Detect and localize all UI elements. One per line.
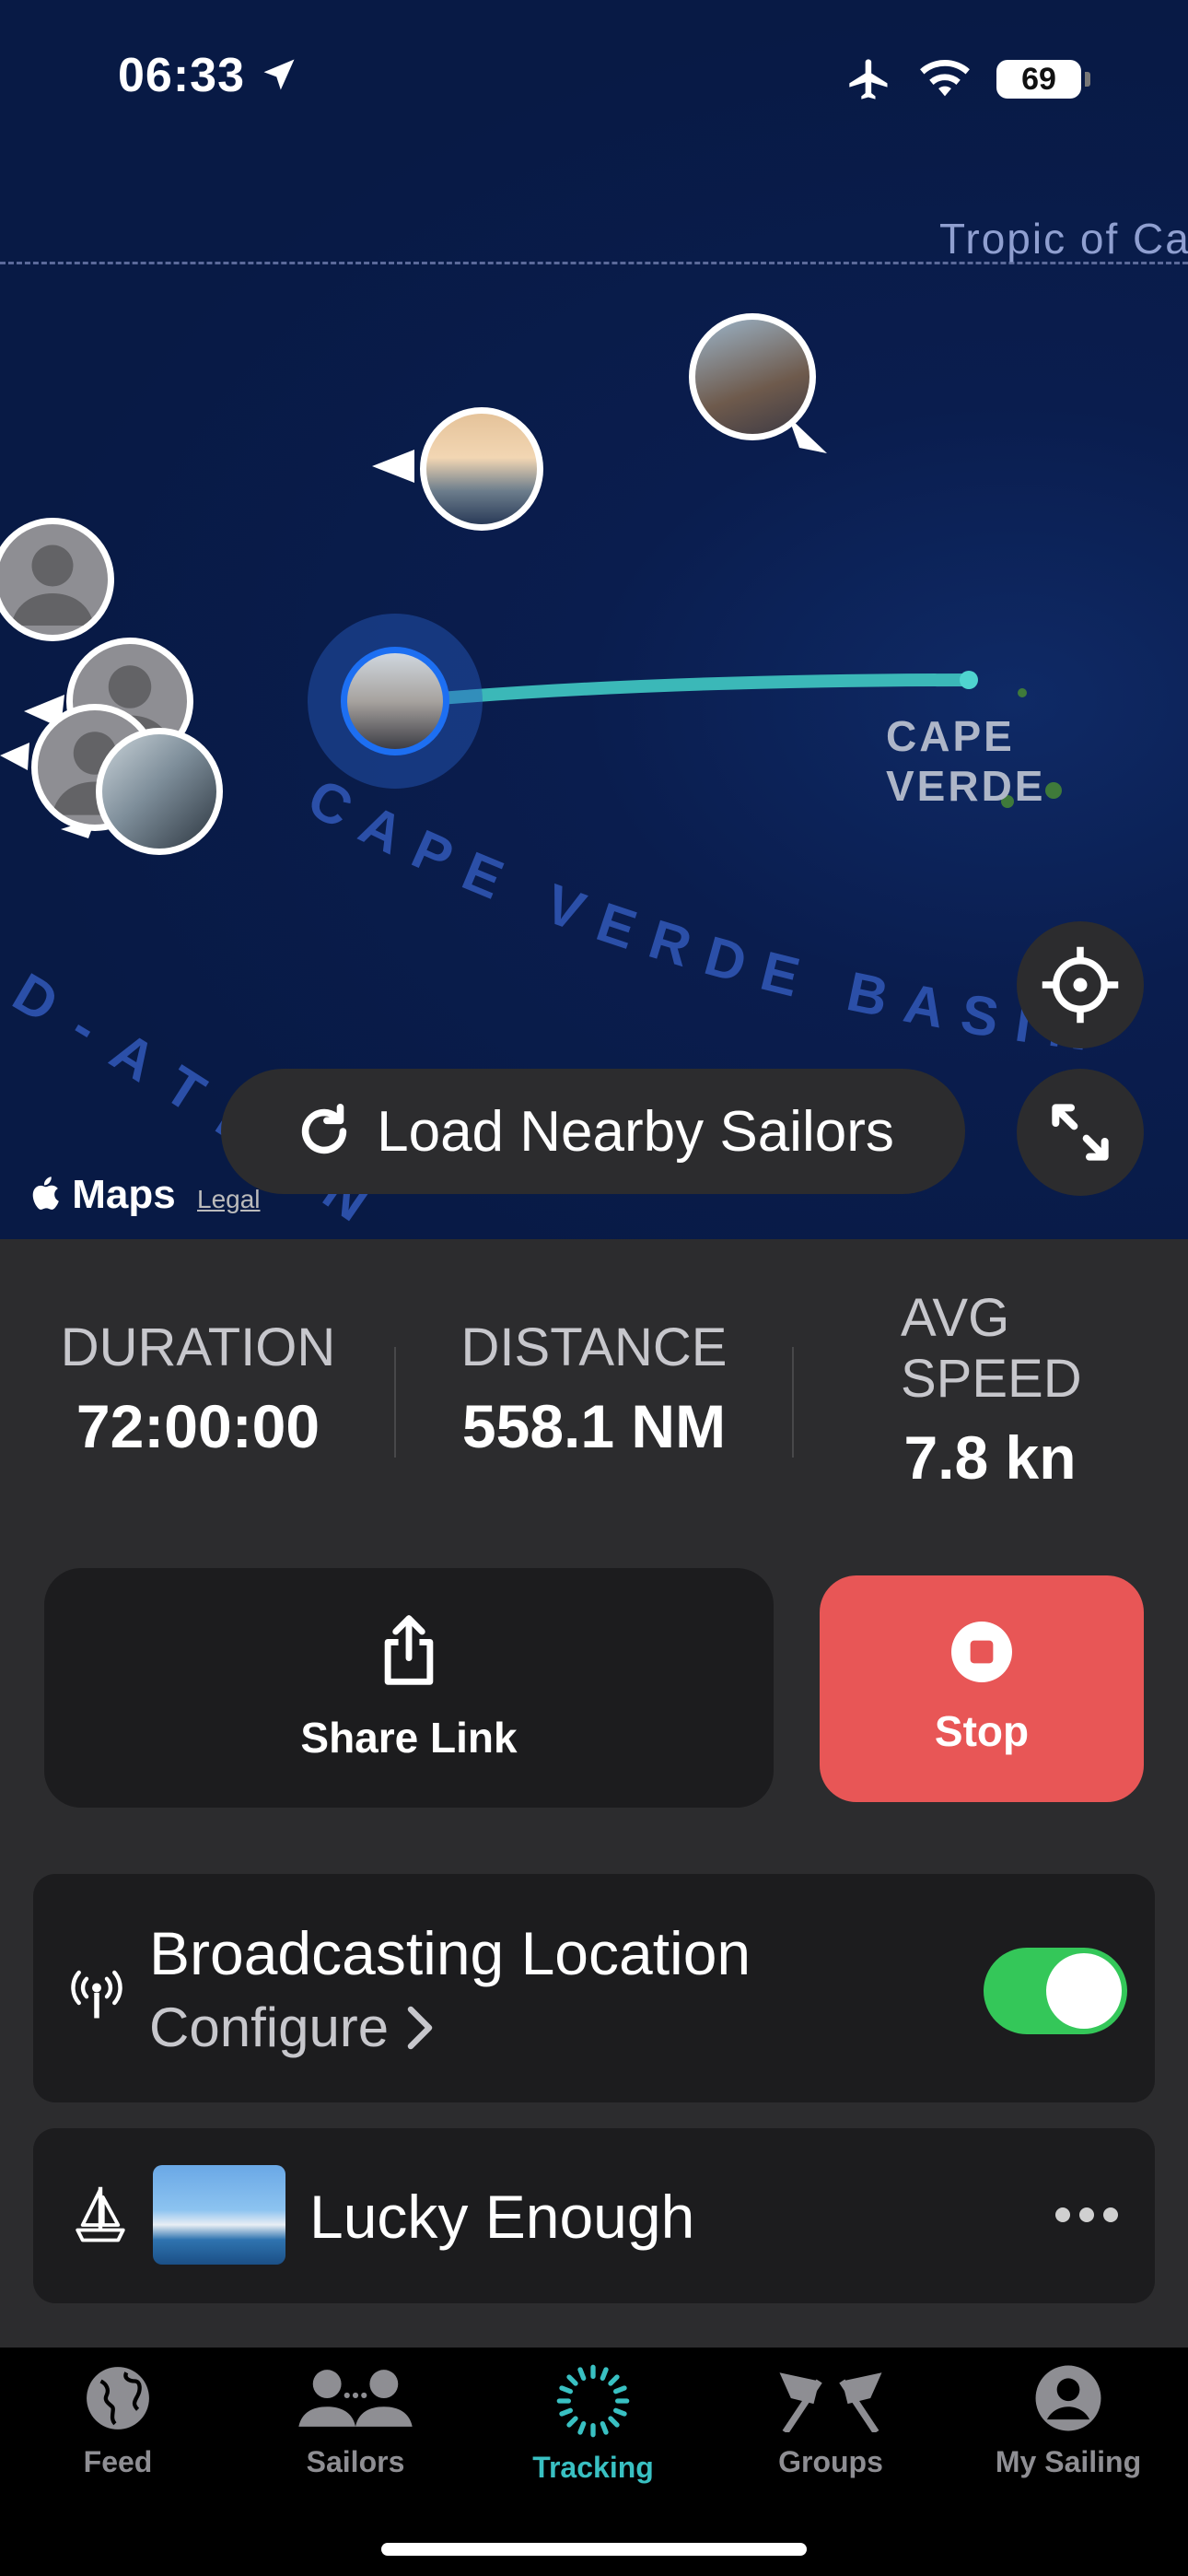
load-nearby-sailors-button[interactable]: Load Nearby Sailors <box>221 1069 965 1194</box>
avg-speed-label: AVG SPEED <box>901 1288 1082 1409</box>
apple-logo-icon <box>32 1177 59 1210</box>
map-view[interactable]: 06:33 69 Tropic of Ca CAPE VERDE BASIN D… <box>0 0 1188 1239</box>
person-circle-icon <box>1035 2365 1101 2431</box>
person-icon <box>11 544 94 626</box>
sailor-marker[interactable] <box>689 313 816 440</box>
configure-link[interactable]: Configure <box>149 1996 437 2059</box>
distance-value: 558.1 NM <box>461 1392 727 1460</box>
broadcast-toggle[interactable] <box>984 1948 1127 2034</box>
duration-stat: DURATION 72:00:00 <box>37 1317 359 1461</box>
share-link-label: Share Link <box>300 1714 518 1762</box>
load-nearby-label: Load Nearby Sailors <box>377 1099 894 1164</box>
share-icon <box>384 1615 434 1685</box>
share-link-button[interactable]: Share Link <box>44 1568 774 1808</box>
stop-label: Stop <box>934 1707 1030 1755</box>
avg-speed-value: 7.8 kn <box>903 1423 1077 1492</box>
basin-label: CAPE VERDE BASIN D-ATLAN <box>0 416 1111 1239</box>
distance-label: DISTANCE <box>460 1317 728 1377</box>
antenna-icon <box>71 1970 122 2019</box>
divider <box>792 1347 794 1458</box>
stop-icon <box>951 1622 1012 1682</box>
sailor-marker[interactable] <box>96 728 223 855</box>
svg-text:CAPE VERDE BASIN: CAPE VERDE BASIN <box>298 767 1111 1064</box>
legal-link[interactable]: Legal <box>197 1185 261 1214</box>
flags-icon <box>779 2372 882 2432</box>
duration-label: DURATION <box>60 1317 336 1377</box>
tab-my-sailing[interactable]: My Sailing <box>967 2364 1170 2479</box>
tab-feed[interactable]: Feed <box>17 2364 219 2479</box>
home-indicator <box>381 2543 807 2556</box>
avg-speed-stat: AVG SPEED 7.8 kn <box>829 1288 1151 1493</box>
tracking-icon <box>556 2364 630 2438</box>
sailboat-icon <box>76 2186 125 2242</box>
tab-groups[interactable]: Groups <box>729 2364 932 2479</box>
sailor-marker[interactable] <box>420 407 543 531</box>
expand-icon <box>1052 1104 1109 1161</box>
boat-card[interactable]: Lucky Enough <box>33 2128 1155 2303</box>
distance-stat: DISTANCE 558.1 NM <box>424 1317 764 1461</box>
crosshair-icon <box>1042 946 1119 1024</box>
more-icon[interactable] <box>1055 2207 1118 2222</box>
broadcast-title: Broadcasting Location <box>149 1919 751 1987</box>
tab-sailors[interactable]: Sailors <box>254 2364 457 2479</box>
expand-map-button[interactable] <box>1017 1069 1144 1196</box>
region-label: CAPE VERDE <box>886 712 1046 810</box>
maps-logo: Maps <box>28 1172 176 1218</box>
my-position-marker[interactable] <box>341 647 449 755</box>
people-icon <box>298 2370 413 2427</box>
broadcast-location-card[interactable]: Broadcasting Location Configure <box>33 1874 1155 2102</box>
stop-button[interactable]: Stop <box>820 1575 1144 1802</box>
boat-photo <box>153 2165 285 2265</box>
boat-name: Lucky Enough <box>309 2183 695 2251</box>
duration-value: 72:00:00 <box>76 1392 320 1460</box>
divider <box>394 1347 396 1458</box>
refresh-icon <box>301 1103 347 1154</box>
tab-tracking[interactable]: Tracking <box>492 2364 694 2485</box>
toggle-knob <box>1046 1953 1122 2029</box>
chevron-right-icon <box>407 2006 433 2049</box>
recenter-button[interactable] <box>1017 921 1144 1048</box>
globe-icon <box>87 2367 149 2430</box>
tab-bar: Feed Sailors Tracking Groups My Sailing <box>0 2348 1188 2576</box>
